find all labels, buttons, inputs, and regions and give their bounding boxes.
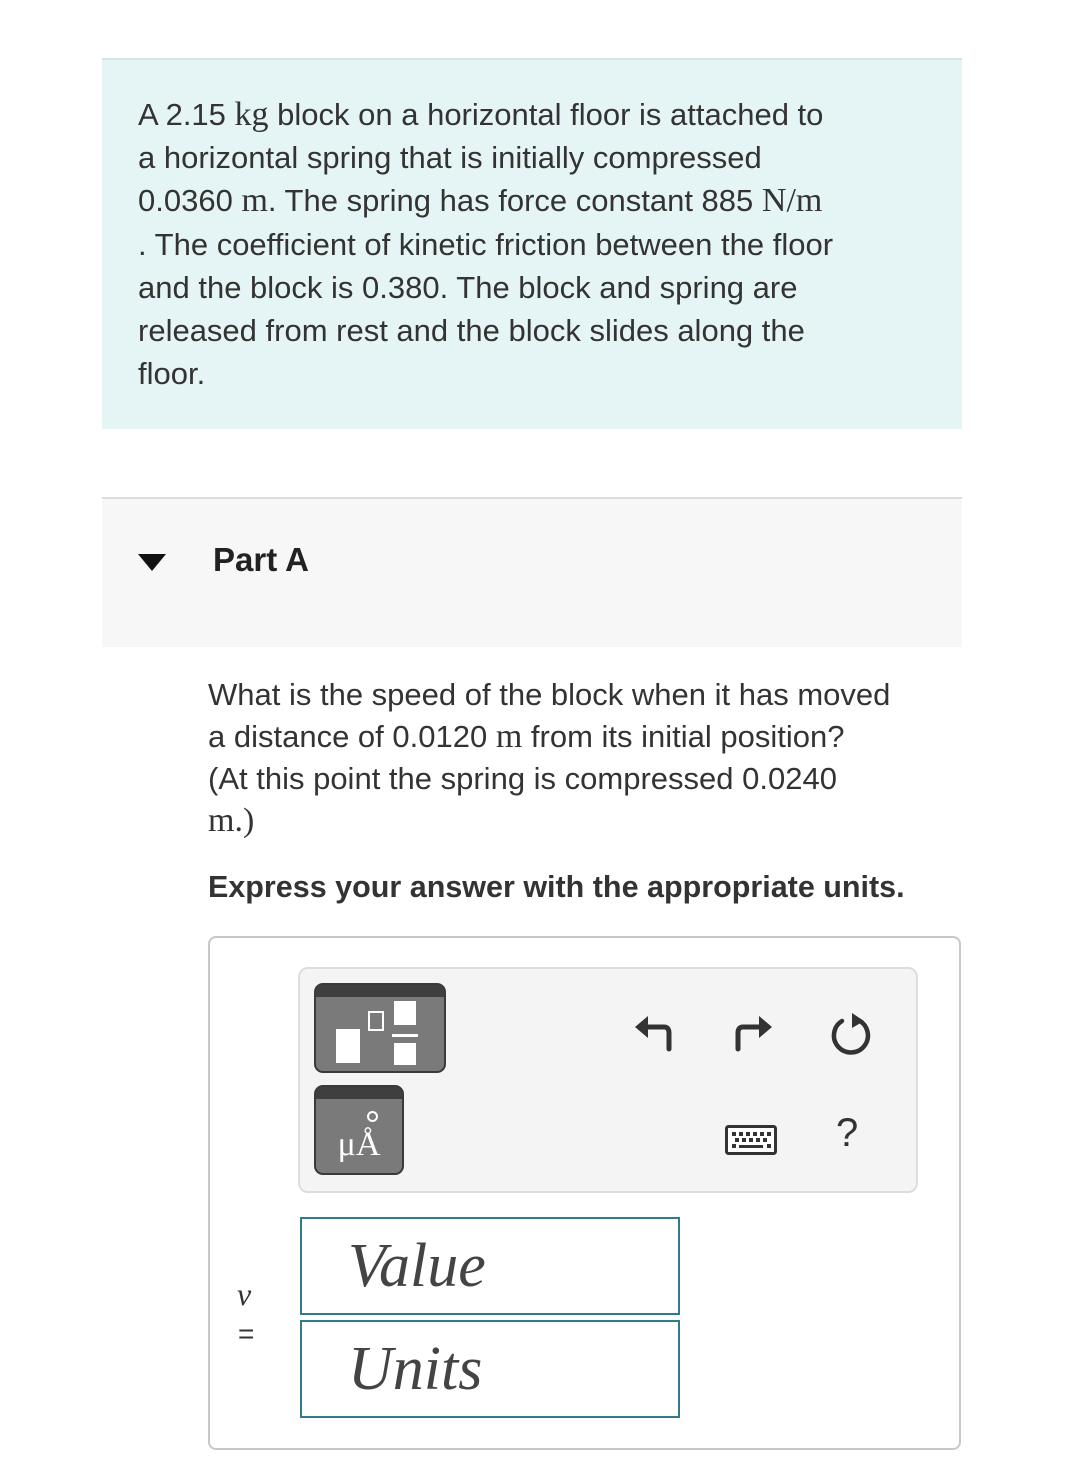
part-a-header[interactable]: Part A (102, 497, 962, 647)
problem-statement: A 2.15 kg block on a horizontal floor is… (102, 58, 962, 429)
units-icon[interactable]: μÅ (314, 1085, 404, 1175)
part-title: Part A (213, 541, 309, 578)
equals-sign: = (238, 1318, 255, 1349)
collapse-caret-icon[interactable] (138, 554, 166, 571)
keyboard-icon[interactable] (725, 1125, 777, 1155)
templates-icon[interactable] (314, 983, 446, 1073)
units-input[interactable] (300, 1320, 680, 1418)
problem-text: A 2.15 kg block on a horizontal floor is… (138, 96, 834, 392)
help-icon[interactable]: ? (836, 1111, 858, 1156)
answer-box: μÅ ? v = Value Units (208, 936, 961, 1450)
reset-icon[interactable] (828, 1011, 874, 1057)
question-text: What is the speed of the block when it h… (208, 677, 891, 839)
value-input[interactable] (300, 1217, 680, 1315)
undo-icon[interactable] (631, 1009, 677, 1055)
redo-icon[interactable] (730, 1009, 776, 1055)
math-toolbar: μÅ ? (298, 967, 918, 1193)
answer-instruction: Express your answer with the appropriate… (208, 870, 905, 904)
answer-variable: v (237, 1276, 252, 1312)
